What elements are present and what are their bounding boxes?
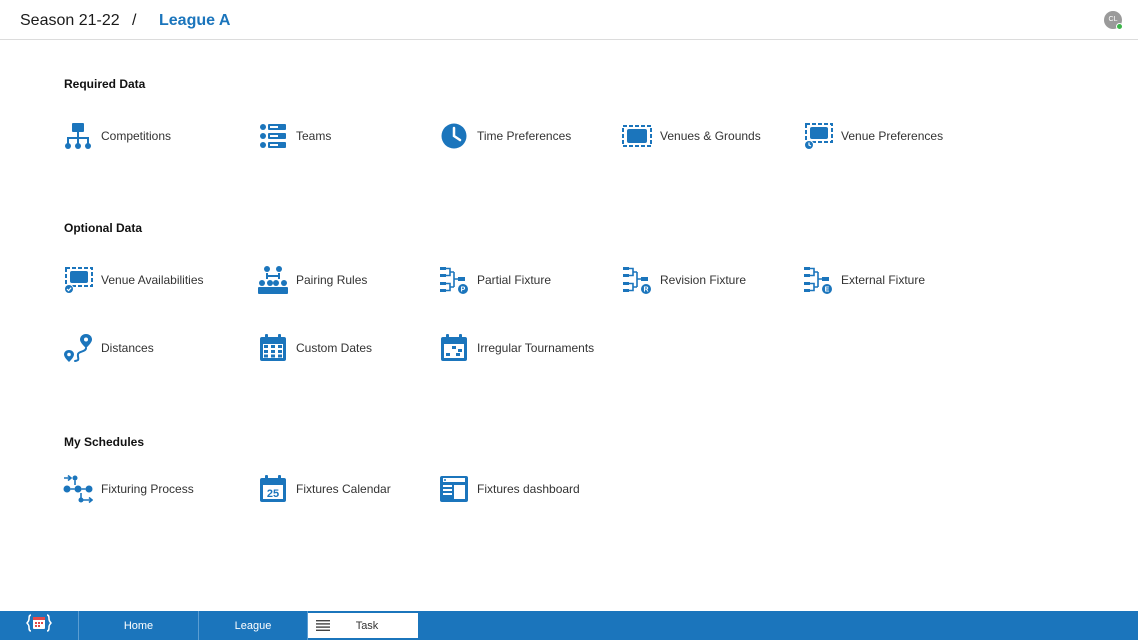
tile-label: Fixturing Process: [101, 482, 194, 496]
tile-time-preferences[interactable]: Time Preferences: [439, 120, 571, 152]
section-title-required: Required Data: [64, 77, 146, 91]
venue-check-icon: [63, 265, 93, 295]
app-logo[interactable]: [0, 611, 79, 640]
tile-label: Competitions: [101, 129, 172, 143]
tile-label: Partial Fixture: [477, 273, 552, 287]
footer-tab-home[interactable]: Home: [79, 611, 199, 640]
svg-text:R: R: [643, 287, 648, 294]
tile-label: External Fixture: [841, 273, 926, 287]
tile-custom-dates[interactable]: Custom Dates: [258, 332, 372, 364]
tile-irregular-tournaments[interactable]: Irregular Tournaments: [439, 332, 594, 364]
calendar-grid-icon: [258, 333, 288, 363]
tile-label: Teams: [296, 129, 332, 143]
menu-icon: [316, 620, 330, 631]
tile-distances[interactable]: Distances: [63, 332, 154, 364]
calendar-irregular-icon: [439, 333, 469, 363]
svg-text:P: P: [461, 287, 466, 294]
top-bar: Season 21-22 / League A CL: [0, 0, 1138, 40]
svg-text:E: E: [825, 287, 830, 294]
fixture-e-icon: E: [803, 265, 833, 295]
fixture-r-icon: R: [622, 265, 652, 295]
calendar-logo-icon: [25, 613, 53, 638]
dashboard-icon: [439, 474, 469, 504]
clock-icon: [439, 121, 469, 151]
tile-label: Fixtures dashboard: [477, 482, 580, 496]
venue-icon: [622, 121, 652, 151]
section-title-optional: Optional Data: [64, 221, 143, 235]
pairing-icon: [258, 265, 288, 295]
section-title-schedules: My Schedules: [64, 435, 145, 449]
route-icon: [63, 333, 93, 363]
tile-label: Distances: [101, 341, 154, 355]
process-icon: [63, 474, 93, 504]
footer-tab-task[interactable]: Task: [308, 613, 418, 638]
tile-venue-preferences[interactable]: Venue Preferences: [803, 120, 943, 152]
bottom-bar: Home League Task: [0, 611, 1138, 640]
tile-label: Venue Preferences: [841, 129, 944, 143]
tile-label: Pairing Rules: [296, 273, 368, 287]
venue-clock-icon: [803, 121, 833, 151]
tile-revision-fixture[interactable]: R Revision Fixture: [622, 264, 746, 296]
tile-teams[interactable]: Teams: [258, 120, 331, 152]
tile-venues-grounds[interactable]: Venues & Grounds: [622, 120, 761, 152]
tile-partial-fixture[interactable]: P Partial Fixture: [439, 264, 551, 296]
tile-pairing-rules[interactable]: Pairing Rules: [258, 264, 367, 296]
tile-external-fixture[interactable]: E External Fixture: [803, 264, 925, 296]
footer-tab-task-label: Task: [355, 619, 379, 632]
svg-text:25: 25: [267, 488, 279, 500]
teams-icon: [258, 121, 288, 151]
tile-label: Fixtures Calendar: [296, 482, 391, 496]
tile-competitions[interactable]: Competitions: [63, 120, 171, 152]
tile-fixturing-process[interactable]: Fixturing Process: [63, 473, 194, 505]
tile-label: Time Preferences: [477, 129, 572, 143]
breadcrumb-separator: /: [132, 12, 137, 29]
tile-label: Custom Dates: [296, 341, 373, 355]
fixture-p-icon: P: [439, 265, 469, 295]
tile-label: Venues & Grounds: [660, 129, 761, 143]
tile-label: Irregular Tournaments: [477, 341, 595, 355]
calendar-25-icon: 25: [258, 474, 288, 504]
tile-fixtures-dashboard[interactable]: Fixtures dashboard: [439, 473, 580, 505]
tile-label: Revision Fixture: [660, 273, 747, 287]
tile-fixtures-calendar[interactable]: 25 Fixtures Calendar: [258, 473, 391, 505]
tile-venue-availabilities[interactable]: Venue Availabilities: [63, 264, 204, 296]
online-status-dot: [1116, 23, 1123, 30]
footer-tab-league[interactable]: League: [199, 611, 308, 640]
breadcrumb-season[interactable]: Season 21-22: [20, 12, 120, 30]
breadcrumb-league[interactable]: League A: [159, 12, 230, 30]
competitions-icon: [63, 121, 93, 151]
tile-label: Venue Availabilities: [101, 273, 204, 287]
